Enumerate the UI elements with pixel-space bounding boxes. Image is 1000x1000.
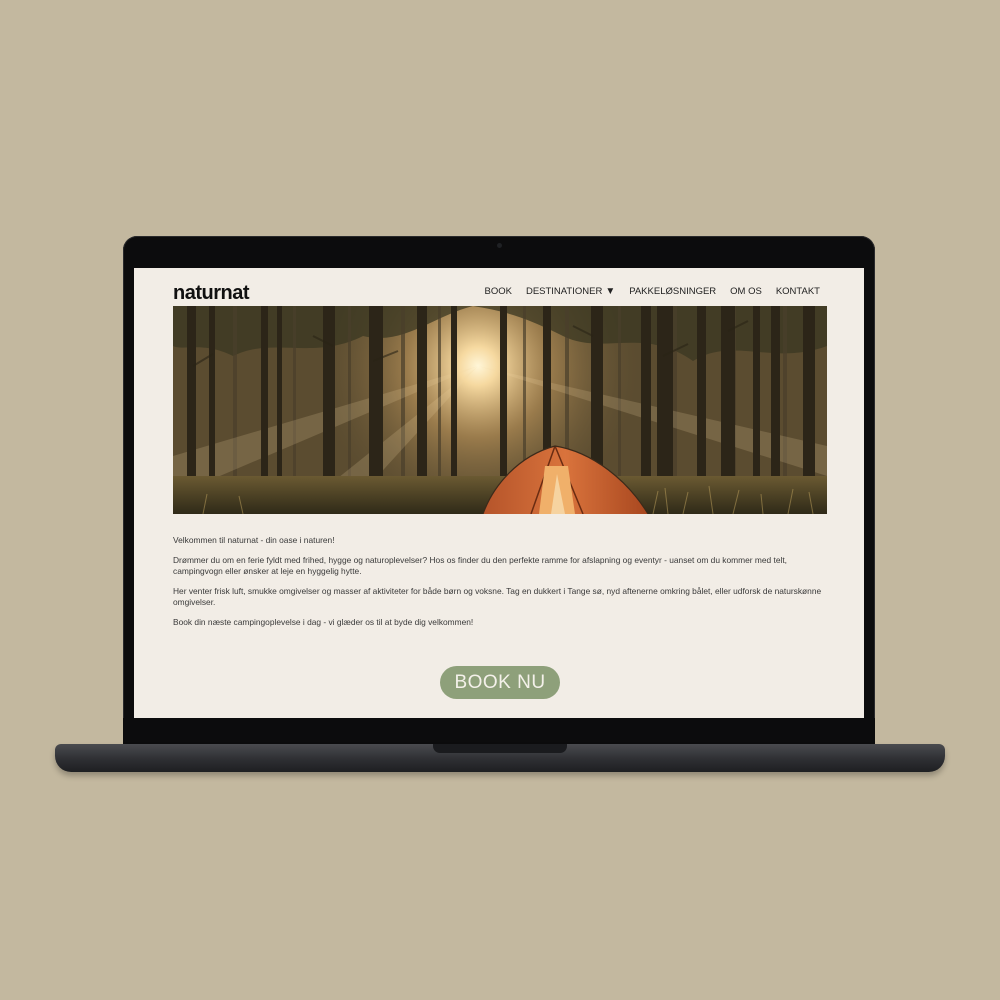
website-screen: naturnat BOOK DESTINATIONER ▼ PAKKELØSNIN… <box>134 268 864 718</box>
book-now-button[interactable]: BOOK NU <box>440 666 560 699</box>
welcome-text: Velkommen til naturnat - din oase i natu… <box>173 535 825 637</box>
dropdown-caret-icon: ▼ <box>605 286 616 297</box>
nav-item-kontakt[interactable]: KONTAKT <box>776 286 820 297</box>
site-logo[interactable]: naturnat <box>173 282 250 305</box>
nav-item-om-os[interactable]: OM OS <box>730 286 762 297</box>
laptop-notch <box>433 744 567 753</box>
nav-item-book[interactable]: BOOK <box>485 286 512 297</box>
laptop-bottom-bezel <box>123 718 875 744</box>
forest-tent-illustration <box>173 306 827 514</box>
camera-icon <box>497 243 502 248</box>
main-nav: BOOK DESTINATIONER ▼ PAKKELØSNINGER OM OS… <box>485 286 821 297</box>
nav-item-pakkeloesninger[interactable]: PAKKELØSNINGER <box>629 286 716 297</box>
welcome-paragraph-3: Book din næste campingoplevelse i dag - … <box>173 617 474 628</box>
nav-item-destinationer[interactable]: DESTINATIONER ▼ <box>526 286 615 297</box>
welcome-heading: Velkommen til naturnat - din oase i natu… <box>173 535 335 545</box>
nav-item-destinationer-label: DESTINATIONER <box>525 286 603 297</box>
hero-image <box>173 306 827 514</box>
welcome-paragraph-1: Drømmer du om en ferie fyldt med frihed,… <box>173 555 787 576</box>
welcome-paragraph-2: Her venter frisk luft, smukke omgivelser… <box>173 586 822 607</box>
